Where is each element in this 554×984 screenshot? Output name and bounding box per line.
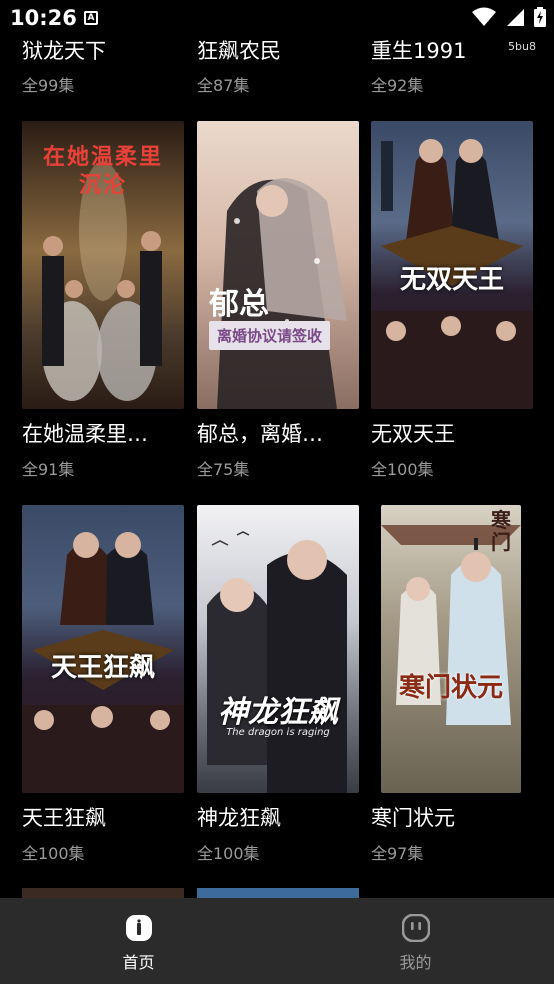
drama-poster[interactable]: 在她温柔里沉沦 <box>22 121 184 409</box>
drama-episodes: 全100集 <box>197 844 260 863</box>
drama-title: 寒门状元 <box>371 806 455 830</box>
drama-episodes: 全75集 <box>197 460 250 479</box>
signal-icon <box>506 9 524 26</box>
poster-subtitle: The dragon is raging <box>226 727 330 738</box>
poster-title: 寒门状元 <box>398 673 503 703</box>
drama-episodes: 全91集 <box>22 460 75 479</box>
home-icon <box>126 915 152 941</box>
poster-vertical-title: 寒门 <box>491 508 511 554</box>
poster-title: 天王狂飙 <box>50 653 155 683</box>
drama-title: 郁总，离婚… <box>197 422 323 446</box>
nav-home-label: 首页 <box>122 953 155 972</box>
drama-title: 在她温柔里… <box>22 422 148 446</box>
drama-episodes: 全100集 <box>371 460 434 479</box>
drama-title: 狱龙天下 <box>22 39 106 63</box>
poster-subtitle: 离婚协议请签收 <box>209 321 331 350</box>
drama-title: 无双天王 <box>371 422 455 446</box>
poster-art <box>207 531 347 793</box>
nav-profile-label: 我的 <box>399 953 432 972</box>
nav-profile[interactable]: 我的 <box>277 898 554 984</box>
drama-title: 重生1991 <box>371 39 467 63</box>
status-bar: 10:26 A <box>0 0 554 36</box>
drama-poster[interactable]: 无双天王 <box>371 121 533 409</box>
drama-episodes: 全99集 <box>22 76 75 95</box>
bottom-nav: 首页 我的 <box>0 898 554 984</box>
poster-art <box>217 178 347 409</box>
poster-title: 无双天王 <box>399 265 504 295</box>
drama-title: 神龙狂飙 <box>197 806 281 830</box>
drama-poster[interactable]: 寒门 寒门状元 <box>381 505 521 793</box>
profile-icon <box>402 914 430 942</box>
drama-title: 天王狂飙 <box>22 806 106 830</box>
drama-title: 狂飙农民 <box>197 39 281 63</box>
status-time: 10:26 <box>10 6 77 30</box>
drama-poster[interactable]: 天王狂飙 <box>22 505 184 793</box>
drama-poster[interactable]: 郁总 离婚协议请签收 <box>197 121 359 409</box>
poster-title: 在她温柔里沉沦 <box>42 144 163 198</box>
drama-episodes: 全92集 <box>371 76 424 95</box>
battery-icon <box>534 7 546 27</box>
drama-poster-peek[interactable] <box>197 888 359 898</box>
drama-episodes: 全87集 <box>197 76 250 95</box>
nav-home[interactable]: 首页 <box>0 898 277 984</box>
drama-episodes: 全100集 <box>22 844 85 863</box>
poster-title: 神龙狂飙 <box>218 695 338 730</box>
notification-a-icon: A <box>84 11 98 25</box>
poster-title: 郁总 <box>209 287 269 322</box>
drama-poster-peek[interactable] <box>22 888 184 898</box>
status-icons <box>468 7 546 27</box>
wifi-icon <box>471 7 496 26</box>
drama-episodes: 全97集 <box>371 844 424 863</box>
status-code: 5bu8 <box>508 40 536 53</box>
drama-poster[interactable]: 神龙狂飙 The dragon is raging <box>197 505 359 793</box>
